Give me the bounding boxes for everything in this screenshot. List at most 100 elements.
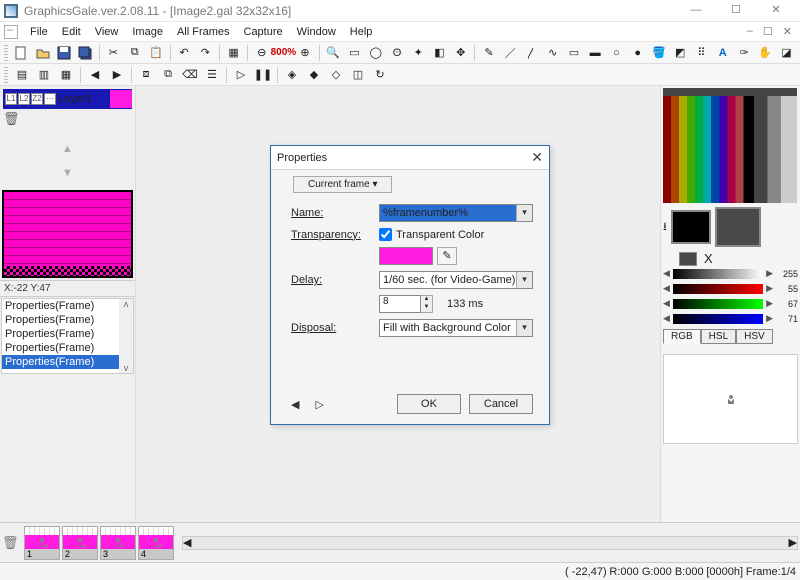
color-select-icon[interactable]: ◧ [430, 44, 449, 62]
tab-hsv[interactable]: HSV [736, 329, 773, 344]
palette-load-icon[interactable]: ⭳ [663, 218, 667, 237]
paste-icon[interactable]: 📋 [146, 44, 165, 62]
dialog-title-bar[interactable]: Properties ✕ [271, 146, 549, 170]
layer-lock-icon[interactable]: L2 [18, 93, 30, 105]
loop-icon[interactable]: ↻ [370, 66, 390, 84]
scrollbar[interactable]: ʌv [119, 299, 133, 373]
layer-dup-icon[interactable]: ▥ [34, 66, 54, 84]
list-item[interactable]: Properties(Frame) [2, 299, 133, 313]
replace-color-icon[interactable]: ◩ [671, 44, 690, 62]
layer-visibility-icon[interactable]: L1 [5, 93, 17, 105]
list-item[interactable]: Properties(Frame) [2, 355, 133, 369]
current-frame-tab[interactable]: Current frame ▾ [293, 176, 392, 193]
text-icon[interactable]: A [713, 44, 732, 62]
next-frame-icon[interactable]: ▶ [107, 66, 127, 84]
menu-edit[interactable]: Edit [56, 24, 87, 40]
layer-row[interactable]: L1 L2 Z2 ⋯ Layer1 [3, 89, 132, 109]
next-frame-nav-icon[interactable]: ▷ [311, 396, 327, 413]
foreground-swatch[interactable] [671, 210, 711, 244]
play-icon[interactable]: ▷ [231, 66, 251, 84]
close-button[interactable]: ✕ [756, 1, 796, 21]
frame-prop-icon[interactable]: ☰ [202, 66, 222, 84]
prev-frame-icon[interactable]: ◀ [85, 66, 105, 84]
zoom-value[interactable]: 800% [273, 44, 293, 62]
list-item[interactable]: Properties(Frame) [2, 341, 133, 355]
frame-trash-icon[interactable]: 🗑 [2, 535, 20, 551]
grid-icon[interactable]: ▦ [224, 44, 243, 62]
eyedropper-icon[interactable]: ✑ [734, 44, 753, 62]
oval-select-icon[interactable]: ◯ [366, 44, 385, 62]
history-list[interactable]: Properties(Frame) Properties(Frame) Prop… [1, 298, 134, 374]
open-file-icon[interactable] [33, 44, 52, 62]
list-item[interactable]: Properties(Frame) [2, 313, 133, 327]
system-menu-icon[interactable] [4, 25, 18, 39]
prev-frame-nav-icon[interactable]: ◀ [287, 396, 303, 413]
eyedropper-button[interactable]: ✎ [437, 247, 457, 265]
layer-group-icon[interactable]: ▦ [56, 66, 76, 84]
filloval-icon[interactable]: ● [628, 44, 647, 62]
new-file-icon[interactable] [12, 44, 31, 62]
green-slider[interactable] [673, 299, 763, 309]
pause-icon[interactable]: ❚❚ [253, 66, 273, 84]
snap-icon[interactable]: ◫ [348, 66, 368, 84]
dropdown-caret-icon[interactable]: ▾ [516, 272, 532, 288]
menu-allframes[interactable]: All Frames [171, 24, 236, 40]
mdi-restore[interactable]: ☐ [759, 23, 777, 40]
minimize-button[interactable]: — [676, 1, 716, 21]
layer-alpha-icon[interactable]: Z2 [31, 93, 43, 105]
disposal-combo[interactable]: Fill with Background Color ▾ [379, 319, 533, 337]
mdi-minimize[interactable]: – [743, 23, 757, 40]
curve-icon[interactable]: ∿ [543, 44, 562, 62]
maximize-button[interactable]: ☐ [716, 1, 756, 21]
layer-trash-icon[interactable]: 🗑 [3, 111, 21, 127]
oval-draw-icon[interactable]: ○ [607, 44, 626, 62]
rect-draw-icon[interactable]: ▭ [564, 44, 583, 62]
mdi-close[interactable]: ✕ [779, 23, 796, 40]
menu-help[interactable]: Help [344, 24, 379, 40]
name-input[interactable]: %framenumber% ▾ [379, 204, 533, 222]
onion-skin-icon[interactable]: ◈ [282, 66, 302, 84]
layer-new-icon[interactable]: ▤ [12, 66, 32, 84]
menu-file[interactable]: File [24, 24, 54, 40]
del-frame-icon[interactable]: ⌫ [180, 66, 200, 84]
tab-rgb[interactable]: RGB [663, 329, 701, 344]
clear-swatch-icon[interactable]: X [704, 251, 713, 266]
fillrect-icon[interactable]: ▬ [586, 44, 605, 62]
ok-button[interactable]: OK [397, 394, 461, 414]
blue-slider[interactable] [673, 314, 763, 324]
insert-frame-icon[interactable]: ⧈ [136, 66, 156, 84]
slider-left-icon[interactable]: ◀ [663, 268, 670, 279]
wand-icon[interactable]: ✦ [409, 44, 428, 62]
redo-icon[interactable]: ↷ [196, 44, 215, 62]
frame-scrollbar[interactable]: ◀▶ [182, 536, 798, 550]
menu-window[interactable]: Window [291, 24, 342, 40]
spray-icon[interactable]: ⠿ [692, 44, 711, 62]
aux-swatch[interactable] [679, 252, 697, 266]
dup-frame-icon[interactable]: ⧉ [158, 66, 178, 84]
cut-icon[interactable]: ✂ [104, 44, 123, 62]
menu-image[interactable]: Image [126, 24, 169, 40]
rect-select-icon[interactable]: ▭ [345, 44, 364, 62]
dialog-close-icon[interactable]: ✕ [531, 149, 543, 166]
delay-value-input[interactable]: 8 [379, 295, 421, 313]
save-icon[interactable] [54, 44, 73, 62]
zoom-in-icon[interactable]: ⊕ [295, 44, 314, 62]
zoom-out-icon[interactable]: ⊖ [252, 44, 271, 62]
layer-up-icon[interactable]: ▲ [62, 143, 73, 155]
dropdown-caret-icon[interactable]: ▾ [516, 205, 532, 221]
undo-icon[interactable]: ↶ [174, 44, 193, 62]
pencil-icon[interactable]: ✎ [479, 44, 498, 62]
menu-view[interactable]: View [89, 24, 125, 40]
layer-down-icon[interactable]: ▼ [62, 167, 73, 179]
frame-thumb[interactable]: 3 [100, 526, 136, 560]
canvas-navigator[interactable] [2, 190, 133, 278]
swap-color-icon[interactable]: ◪ [777, 44, 796, 62]
lasso-icon[interactable]: ʘ [387, 44, 406, 62]
tile-icon[interactable]: ◇ [326, 66, 346, 84]
cancel-button[interactable]: Cancel [469, 394, 533, 414]
flood-fill-icon[interactable]: 🪣 [649, 44, 668, 62]
line-icon[interactable]: ／ [501, 44, 520, 62]
value-slider[interactable] [673, 269, 763, 279]
delay-spinner[interactable]: ▲▼ [421, 295, 433, 313]
slider-right-icon[interactable]: ▶ [766, 268, 773, 279]
